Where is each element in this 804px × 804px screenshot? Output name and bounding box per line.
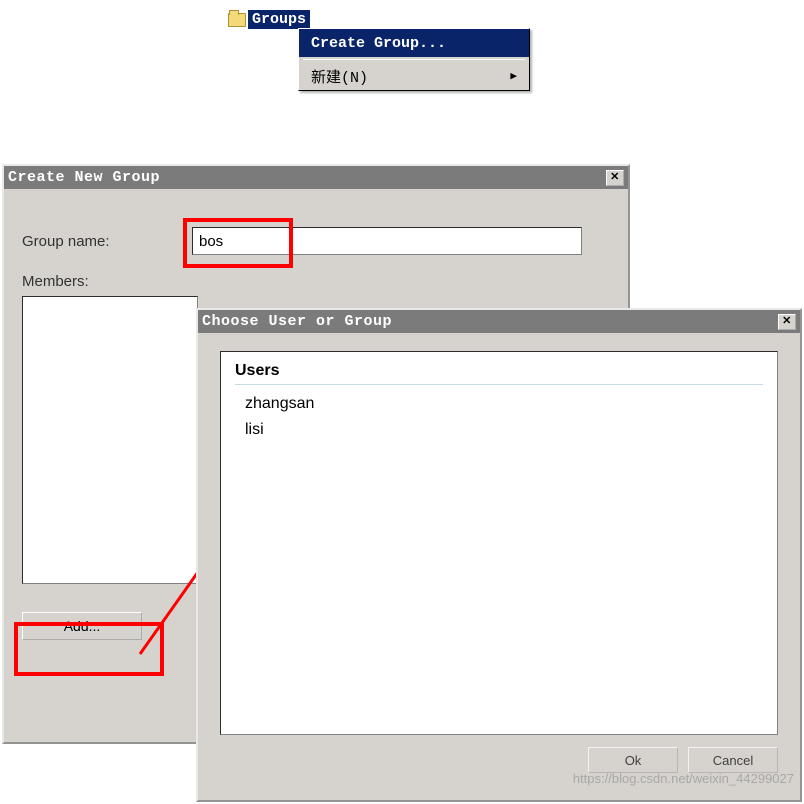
menu-item-label: Create Group... (311, 35, 446, 52)
members-listbox[interactable] (22, 296, 198, 584)
group-name-label: Group name: (22, 233, 192, 250)
tree-label: Groups (248, 10, 310, 29)
watermark: https://blog.csdn.net/weixin_44299027 (573, 771, 794, 786)
menu-item-new[interactable]: 新建(N) ▶ (299, 62, 529, 90)
dialog-buttons: Ok Cancel (220, 747, 778, 773)
choose-user-dialog: Choose User or Group ✕ Users zhangsan li… (196, 308, 802, 802)
submenu-arrow-icon: ▶ (510, 69, 517, 83)
close-button[interactable]: ✕ (778, 314, 796, 330)
list-header: Users (235, 362, 763, 385)
ok-button[interactable]: Ok (588, 747, 678, 773)
dialog-title: Choose User or Group (202, 313, 392, 330)
cancel-button[interactable]: Cancel (688, 747, 778, 773)
menu-item-create-group[interactable]: Create Group... (299, 29, 529, 57)
menu-separator (303, 59, 525, 60)
add-button[interactable]: Add... (22, 612, 142, 640)
group-name-row: Group name: (22, 227, 610, 255)
menu-item-label: 新建(N) (311, 66, 368, 87)
folder-icon (228, 13, 246, 27)
titlebar[interactable]: Create New Group ✕ (4, 166, 628, 189)
tree-node-groups[interactable]: Groups (228, 10, 310, 29)
group-name-input[interactable] (192, 227, 582, 255)
list-item[interactable]: zhangsan (235, 391, 763, 417)
list-item[interactable]: lisi (235, 417, 763, 443)
context-menu: Create Group... 新建(N) ▶ (298, 28, 530, 91)
user-listbox[interactable]: Users zhangsan lisi (220, 351, 778, 735)
dialog-title: Create New Group (8, 169, 160, 186)
titlebar[interactable]: Choose User or Group ✕ (198, 310, 800, 333)
close-button[interactable]: ✕ (606, 170, 624, 186)
members-label: Members: (22, 273, 610, 290)
